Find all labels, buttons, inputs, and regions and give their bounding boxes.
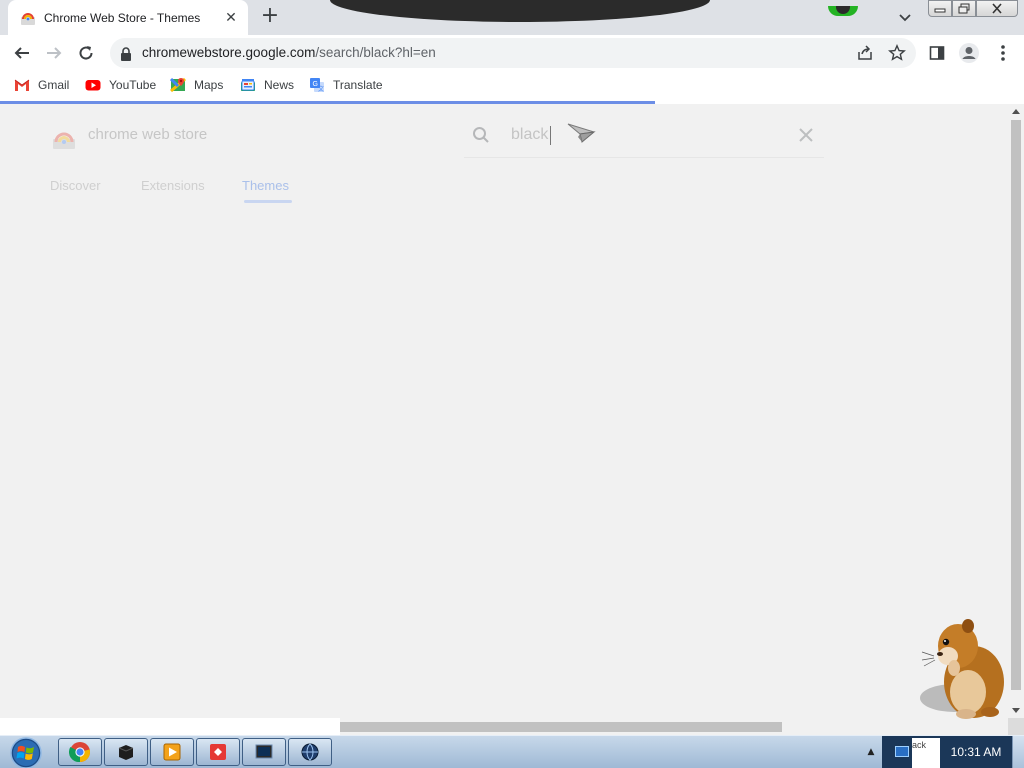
paper-plane-cursor-icon [566, 120, 596, 146]
maps-icon [169, 77, 186, 93]
red-app-icon [210, 744, 226, 760]
tab-title: Chrome Web Store - Themes [44, 10, 201, 25]
youtube-icon [85, 77, 101, 93]
lock-icon[interactable] [120, 46, 132, 61]
svg-text:文: 文 [318, 85, 324, 93]
web-store-page: chrome web store black Discover Extensio… [0, 104, 1008, 718]
bookmark-label: YouTube [109, 78, 157, 92]
scroll-down-arrow-icon[interactable] [1012, 708, 1020, 713]
side-panel-icon[interactable] [926, 42, 948, 64]
bookmark-label: News [264, 78, 295, 92]
store-name[interactable]: chrome web store [88, 126, 207, 143]
taskbar-chrome[interactable] [58, 738, 102, 766]
taskbar-clock[interactable]: 10:31 AM [940, 736, 1012, 768]
store-tab-discover[interactable]: Discover [50, 178, 101, 193]
taskbar-red-app[interactable] [196, 738, 240, 766]
tab-close-icon[interactable]: ✕ [222, 9, 240, 27]
taskbar-globe[interactable] [288, 738, 332, 766]
tab-search-chevron-icon[interactable] [895, 8, 915, 28]
back-button[interactable] [8, 39, 36, 67]
theme-decoration [330, 0, 858, 22]
tab-strip: Chrome Web Store - Themes ✕ + [0, 0, 1024, 35]
windows-taskbar: ▲ ack 10:31 AM [0, 735, 1024, 768]
active-tab-indicator [244, 200, 292, 203]
profile-avatar-icon[interactable] [958, 42, 980, 64]
bookmark-label: Maps [194, 78, 224, 92]
vertical-scroll-thumb[interactable] [1011, 120, 1021, 690]
forward-button[interactable] [40, 39, 68, 67]
tray-expand-arrow-icon[interactable]: ▲ [864, 745, 878, 759]
reload-button[interactable] [72, 39, 100, 67]
close-icon [992, 3, 1002, 14]
chrome-icon [69, 742, 91, 763]
show-desktop-button[interactable] [1012, 736, 1024, 768]
chrome-web-store-logo-icon[interactable] [52, 131, 76, 149]
media-player-icon [163, 743, 181, 761]
horizontal-scrollbar[interactable] [0, 718, 1008, 735]
black-box-icon [118, 745, 134, 760]
minimize-icon [934, 8, 946, 12]
forward-arrow-icon [47, 47, 62, 59]
clear-search-icon[interactable] [796, 125, 816, 145]
news-icon [240, 77, 256, 93]
bookmark-label: Translate [333, 78, 383, 92]
tab-chrome-web-store[interactable]: Chrome Web Store - Themes ✕ [8, 0, 248, 35]
bookmark-maps[interactable]: Maps [169, 76, 224, 94]
kebab-menu-icon[interactable] [992, 42, 1014, 64]
close-window-button[interactable] [976, 0, 1018, 17]
scroll-up-arrow-icon[interactable] [1012, 109, 1020, 114]
bookmark-youtube[interactable]: YouTube [85, 76, 156, 94]
share-icon[interactable] [856, 44, 874, 62]
store-tab-extensions[interactable]: Extensions [141, 178, 205, 193]
address-bar[interactable]: chromewebstore.google.com/search/black?h… [110, 38, 916, 68]
reload-icon [79, 46, 93, 60]
horizontal-scroll-thumb[interactable] [340, 722, 782, 732]
minimize-button[interactable] [928, 0, 952, 17]
back-arrow-icon [14, 47, 29, 59]
translate-icon: G文 [309, 77, 325, 93]
bookmarks-bar: Gmail YouTube Maps News G文 Translate [0, 71, 1024, 99]
bookmark-news[interactable]: News [240, 76, 294, 94]
bookmark-star-icon[interactable] [888, 44, 906, 62]
bookmark-gmail[interactable]: Gmail [14, 76, 69, 94]
url-domain: chromewebstore.google.com [142, 45, 316, 60]
store-search-box[interactable]: black [464, 112, 824, 158]
windows-logo-icon [10, 737, 42, 768]
tray-app-icon[interactable] [895, 746, 909, 757]
url-path: /search/black?hl=en [315, 45, 436, 60]
restore-button[interactable] [952, 0, 976, 17]
restore-icon [958, 3, 970, 14]
store-tab-themes[interactable]: Themes [242, 178, 289, 193]
tray-popup: ack [912, 738, 940, 768]
taskbar-app-box[interactable] [104, 738, 148, 766]
url-text[interactable]: chromewebstore.google.com/search/black?h… [142, 45, 436, 60]
gmail-icon [14, 77, 30, 93]
taskbar-terminal[interactable] [242, 738, 286, 766]
bookmark-translate[interactable]: G文 Translate [309, 76, 383, 94]
search-input[interactable]: black [511, 126, 548, 144]
globe-icon [301, 743, 319, 761]
chrome-web-store-favicon-icon [20, 10, 36, 26]
bookmark-label: Gmail [38, 78, 70, 92]
terminal-icon [255, 744, 273, 759]
hamster-mascot-icon[interactable] [912, 612, 1012, 722]
browser-toolbar: chromewebstore.google.com/search/black?h… [0, 35, 1024, 71]
start-button[interactable] [6, 736, 46, 768]
text-caret [550, 126, 551, 145]
screen: Chrome Web Store - Themes ✕ + chromewebs… [0, 0, 1024, 768]
taskbar-media-player[interactable] [150, 738, 194, 766]
search-icon [472, 126, 490, 144]
theme-glow-icon [828, 6, 858, 16]
new-tab-button[interactable]: + [258, 5, 282, 29]
